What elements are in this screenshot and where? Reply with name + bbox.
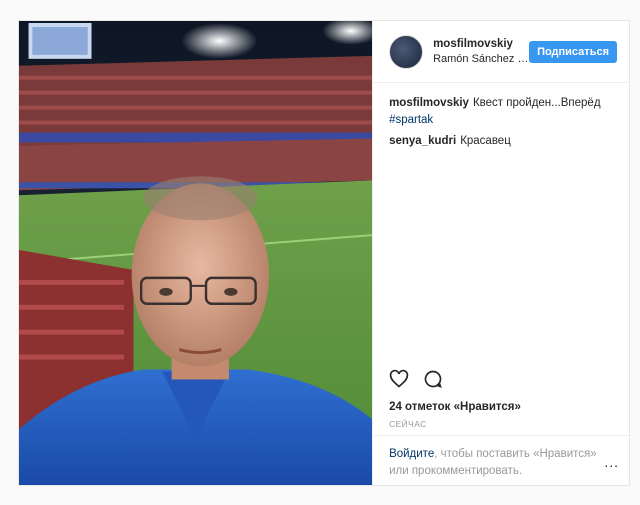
comment-user[interactable]: senya_kudri xyxy=(389,135,456,147)
hashtag-link[interactable]: #spartak xyxy=(389,112,615,129)
comments-list: mosfilmovskiy Квест пройден...Вперёд #spa… xyxy=(373,83,629,150)
login-prompt: Войдите, чтобы поставить «Нравится» или … xyxy=(373,435,629,485)
post-sidebar: mosfilmovskiy Ramón Sánchez Pizjuán Подп… xyxy=(372,21,629,485)
caption-comment: mosfilmovskiy Квест пройден...Вперёд #spa… xyxy=(389,95,615,129)
comment-icon[interactable] xyxy=(423,369,443,389)
avatar[interactable] xyxy=(389,34,424,69)
login-link[interactable]: Войдите xyxy=(389,448,434,460)
comment-user[interactable]: mosfilmovskiy xyxy=(389,97,469,109)
comment: senya_kudri Красавец xyxy=(389,133,615,150)
heart-icon[interactable] xyxy=(389,369,409,389)
more-options-icon[interactable]: ... xyxy=(604,454,619,471)
post-header: mosfilmovskiy Ramón Sánchez Pizjuán Подп… xyxy=(373,21,629,83)
comment-text: Квест пройден...Вперёд xyxy=(472,97,601,109)
instagram-post: mosfilmovskiy Ramón Sánchez Pizjuán Подп… xyxy=(18,20,630,486)
post-timestamp: СЕЙЧАС xyxy=(389,419,427,429)
action-bar xyxy=(389,369,443,389)
likes-count[interactable]: 24 отметок «Нравится» xyxy=(389,401,521,413)
follow-button[interactable]: Подписаться xyxy=(529,40,617,63)
location-link[interactable]: Ramón Sánchez Pizjuán xyxy=(433,53,529,65)
author-username[interactable]: mosfilmovskiy xyxy=(433,38,529,50)
comment-text: Красавец xyxy=(460,135,511,147)
author-meta: mosfilmovskiy Ramón Sánchez Pizjuán xyxy=(433,38,529,65)
post-photo[interactable] xyxy=(19,21,373,485)
stadium-selfie-image xyxy=(19,21,373,485)
